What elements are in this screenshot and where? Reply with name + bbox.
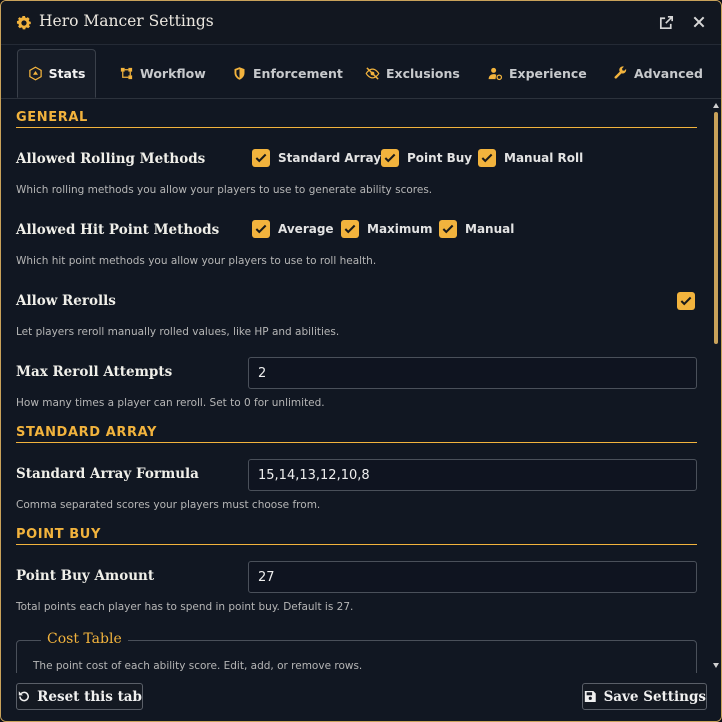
allow-rerolls-label: Allow Rerolls [16, 293, 116, 309]
user-gear-icon [488, 67, 503, 81]
point-buy-amount-label: Point Buy Amount [16, 568, 155, 584]
tab-exclusions[interactable]: Exclusions [365, 49, 460, 98]
tab-label: Experience [509, 66, 587, 81]
scrollbar[interactable] [711, 100, 721, 673]
cost-table-fieldset: Cost Table The point cost of each abilit… [16, 631, 697, 673]
hitpoint-methods-label: Allowed Hit Point Methods [16, 222, 220, 238]
max-reroll-hint: How many times a player can reroll. Set … [16, 397, 325, 409]
checkbox-label: Maximum [367, 222, 433, 236]
checkbox-maximum[interactable] [341, 220, 359, 238]
checkbox-manual[interactable] [439, 220, 457, 238]
checkbox-label: Manual Roll [504, 151, 584, 165]
checkbox-label: Manual [465, 222, 515, 236]
dice-icon [28, 66, 42, 81]
array-formula-hint: Comma separated scores your players must… [16, 499, 321, 511]
rolling-methods-hint: Which rolling methods you allow your pla… [16, 184, 433, 196]
save-settings-button[interactable]: Save Settings [582, 683, 707, 710]
close-icon[interactable] [691, 14, 707, 30]
scroll-thumb[interactable] [714, 112, 718, 344]
check-icon [680, 296, 692, 306]
tab-label: Advanced [634, 66, 703, 81]
section-point-buy-heading: POINT BUY [16, 527, 697, 545]
tab-enforcement[interactable]: Enforcement [232, 49, 343, 98]
checkbox-label: Standard Array [278, 151, 382, 165]
save-settings-label: Save Settings [603, 688, 706, 705]
check-icon [384, 153, 396, 163]
workflow-icon [120, 67, 133, 80]
tab-label: Enforcement [253, 66, 343, 81]
tab-label: Stats [48, 66, 86, 81]
max-reroll-label: Max Reroll Attempts [16, 364, 173, 380]
shield-icon [234, 67, 245, 80]
allow-rerolls-hint: Let players reroll manually rolled value… [16, 326, 340, 338]
check-icon [255, 153, 267, 163]
point-buy-amount-hint: Total points each player has to spend in… [16, 601, 354, 613]
external-link-icon[interactable] [658, 14, 675, 31]
gear-icon [16, 16, 32, 30]
check-icon [442, 224, 454, 234]
reset-tab-button[interactable]: Reset this tab [16, 683, 143, 710]
footer-bar: Reset this tab Save Settings [1, 673, 721, 721]
array-formula-input[interactable] [248, 459, 697, 491]
tab-stats[interactable]: Stats [17, 49, 96, 98]
tab-bar: Stats Workflow Enforcement Exclusions Ex… [1, 45, 721, 99]
section-standard-array-heading: STANDARD ARRAY [16, 425, 697, 443]
tab-label: Exclusions [386, 66, 460, 81]
check-icon [481, 153, 493, 163]
hitpoint-methods-hint: Which hit point methods you allow your p… [16, 255, 377, 267]
settings-content[interactable]: GENERAL Allowed Rolling Methods Standard… [1, 100, 711, 673]
settings-window: Hero Mancer Settings Stats Workflow Enfo… [0, 0, 722, 722]
title-bar[interactable]: Hero Mancer Settings [1, 1, 721, 45]
reset-tab-label: Reset this tab [37, 688, 142, 705]
cost-table-legend: Cost Table [41, 631, 128, 647]
window-title: Hero Mancer Settings [39, 12, 214, 30]
max-reroll-input[interactable] [248, 357, 697, 389]
tab-advanced[interactable]: Advanced [613, 49, 703, 98]
section-general-heading: GENERAL [16, 110, 697, 128]
cost-table-hint: The point cost of each ability score. Ed… [33, 660, 363, 672]
tab-label: Workflow [140, 66, 206, 81]
check-icon [344, 224, 356, 234]
point-buy-amount-input[interactable] [248, 561, 697, 593]
eye-slash-icon [365, 67, 380, 80]
checkbox-manual-roll[interactable] [478, 149, 496, 167]
floppy-disk-icon [584, 691, 596, 702]
checkbox-standard-array[interactable] [252, 149, 270, 167]
checkbox-allow-rerolls[interactable] [677, 292, 695, 310]
array-formula-label: Standard Array Formula [16, 466, 199, 482]
tab-experience[interactable]: Experience [488, 49, 587, 98]
checkbox-label: Point Buy [407, 151, 473, 165]
scroll-down-arrow-icon[interactable] [713, 663, 719, 668]
checkbox-average[interactable] [252, 220, 270, 238]
check-icon [255, 224, 267, 234]
tab-workflow[interactable]: Workflow [119, 49, 206, 98]
wrench-icon [614, 66, 627, 79]
checkbox-label: Average [278, 222, 334, 236]
scroll-up-arrow-icon[interactable] [713, 103, 719, 108]
rolling-methods-label: Allowed Rolling Methods [16, 151, 206, 167]
undo-icon [18, 691, 29, 702]
checkbox-point-buy[interactable] [381, 149, 399, 167]
